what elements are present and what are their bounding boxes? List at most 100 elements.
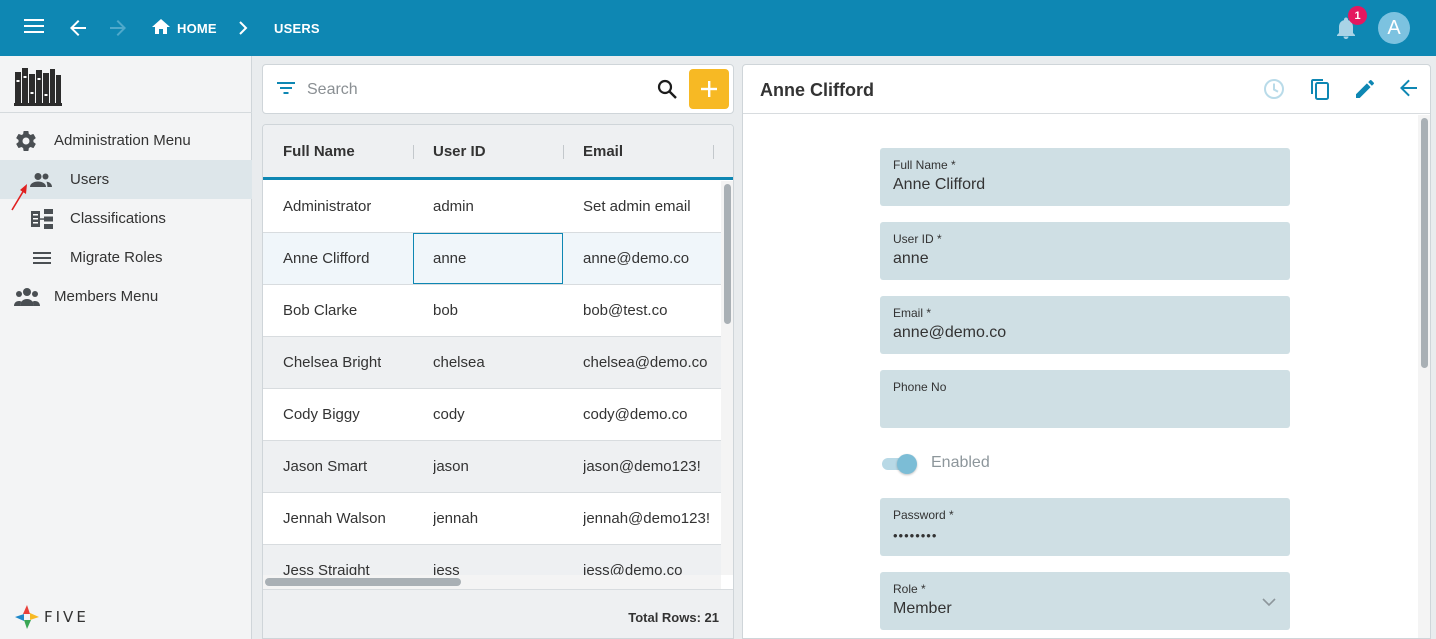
copy-icon[interactable] [1309, 78, 1331, 105]
field-value: anne@demo.co [893, 324, 1007, 341]
cell-email: cody@demo.co [583, 406, 688, 423]
sidebar-item-administration-menu[interactable]: Administration Menu [0, 121, 252, 160]
sidebar-item-classifications[interactable]: Classifications [0, 199, 252, 238]
column-header-full-name[interactable]: Full Name [283, 125, 355, 178]
field-label: Phone No [893, 380, 947, 394]
search-icon[interactable] [657, 79, 677, 104]
column-divider[interactable] [713, 145, 714, 159]
cell-full-name: Jennah Walson [283, 510, 386, 527]
home-icon[interactable] [152, 19, 170, 35]
cell-user-id: jason [433, 458, 469, 475]
cell-user-id: jess [433, 562, 460, 575]
cell-email: jess@demo.co [583, 562, 683, 575]
sidebar-item-label: Migrate Roles [70, 249, 163, 266]
field-label: Email * [893, 306, 932, 320]
toggle-knob [897, 454, 917, 474]
enabled-label: Enabled [931, 454, 990, 471]
scrollbar-thumb[interactable] [1421, 118, 1428, 368]
vertical-scrollbar[interactable] [721, 181, 733, 575]
cell-email: jason@demo123! [583, 458, 701, 475]
cell-full-name: Anne Clifford [283, 250, 370, 267]
scrollbar-thumb[interactable] [265, 578, 461, 586]
full-name-field[interactable]: Full Name * Anne Clifford [880, 148, 1290, 206]
table-footer: Total Rows: 21 [263, 589, 733, 638]
column-divider[interactable] [563, 145, 564, 159]
total-rows: Total Rows: 21 [628, 610, 719, 625]
chevron-down-icon [1262, 594, 1276, 612]
sidebar-item-migrate-roles[interactable]: Migrate Roles [0, 238, 252, 277]
email-field[interactable]: Email * anne@demo.co [880, 296, 1290, 354]
users-table: Full Name User ID Email Administrator ad… [262, 124, 734, 639]
field-value: •••••••• [893, 528, 938, 543]
sidebar-item-users[interactable]: Users [0, 160, 252, 199]
sidebar-item-label: Users [70, 171, 110, 188]
field-value: Member [893, 600, 952, 617]
back-arrow-icon[interactable] [1398, 78, 1418, 103]
search-input[interactable] [307, 77, 637, 103]
cell-email: jennah@demo123! [583, 510, 710, 527]
role-select[interactable]: Role * Member [880, 572, 1290, 630]
phone-no-field[interactable]: Phone No [880, 370, 1290, 428]
sidebar-item-label: Members Menu [54, 288, 159, 305]
sidebar-item-members-menu[interactable]: Members Menu [0, 277, 252, 316]
sidebar: Administration Menu Users Classification… [0, 56, 252, 639]
table-row[interactable]: Jess Straight jess jess@demo.co [263, 545, 721, 575]
password-field[interactable]: Password * •••••••• [880, 498, 1290, 556]
breadcrumb-users[interactable]: USERS [274, 21, 320, 36]
filter-icon[interactable] [277, 81, 295, 100]
cell-email: anne@demo.co [583, 250, 690, 267]
column-divider[interactable] [413, 145, 414, 159]
field-value: Anne Clifford [893, 176, 986, 193]
field-label: Password * [893, 508, 954, 522]
enabled-toggle[interactable] [880, 451, 920, 475]
group-icon [14, 287, 40, 307]
breadcrumb-home[interactable]: HOME [177, 21, 217, 36]
cell-user-id: bob [433, 302, 459, 319]
edit-pencil-icon[interactable] [1354, 78, 1376, 105]
sidebar-item-label: Classifications [70, 210, 166, 227]
notification-badge: 1 [1348, 6, 1367, 25]
app-logo-icon [14, 66, 62, 111]
forward-arrow-icon[interactable] [109, 19, 127, 37]
sidebar-divider [0, 112, 252, 113]
table-header: Full Name User ID Email [263, 125, 733, 180]
annotation-arrow-icon [11, 184, 27, 211]
field-label: User ID * [893, 232, 942, 246]
avatar[interactable]: A [1378, 12, 1410, 44]
table-body: Administrator admin Set admin email Anne… [263, 181, 721, 575]
column-header-email[interactable]: Email [583, 125, 623, 178]
table-row[interactable]: Bob Clarke bob bob@test.co [263, 285, 721, 337]
user-id-field[interactable]: User ID * anne [880, 222, 1290, 280]
cell-email: bob@test.co [583, 302, 668, 319]
table-row[interactable]: Cody Biggy cody cody@demo.co [263, 389, 721, 441]
back-arrow-icon[interactable] [69, 19, 87, 37]
cell-email: Set admin email [583, 198, 691, 215]
vertical-scrollbar[interactable] [1418, 115, 1430, 638]
menu-icon[interactable] [24, 18, 44, 34]
table-row[interactable]: Anne Clifford anne anne@demo.co [263, 233, 721, 285]
table-row[interactable]: Jason Smart jason jason@demo123! [263, 441, 721, 493]
brand-name: FIVE [44, 608, 89, 626]
field-label: Role * [893, 582, 926, 596]
cell-full-name: Chelsea Bright [283, 354, 382, 371]
table-row[interactable]: Jennah Walson jennah jennah@demo123! [263, 493, 721, 545]
field-label: Full Name * [893, 158, 956, 172]
gear-icon [14, 129, 38, 153]
table-row[interactable]: Chelsea Bright chelsea chelsea@demo.co [263, 337, 721, 389]
horizontal-scrollbar[interactable] [263, 575, 721, 589]
sidebar-item-label: Administration Menu [54, 132, 191, 149]
field-value: anne [893, 250, 929, 267]
column-header-user-id[interactable]: User ID [433, 125, 486, 178]
add-user-button[interactable] [689, 69, 729, 109]
tree-icon [31, 208, 53, 229]
cell-full-name: Bob Clarke [283, 302, 358, 319]
people-icon [30, 172, 52, 188]
cell-full-name: Cody Biggy [283, 406, 360, 423]
lines-icon [33, 251, 51, 265]
chevron-right-icon [238, 21, 248, 35]
detail-header: Anne Clifford [743, 65, 1430, 114]
cell-user-id: jennah [433, 510, 479, 527]
scrollbar-thumb[interactable] [724, 184, 731, 324]
table-row[interactable]: Administrator admin Set admin email [263, 181, 721, 233]
history-icon[interactable] [1263, 78, 1285, 105]
